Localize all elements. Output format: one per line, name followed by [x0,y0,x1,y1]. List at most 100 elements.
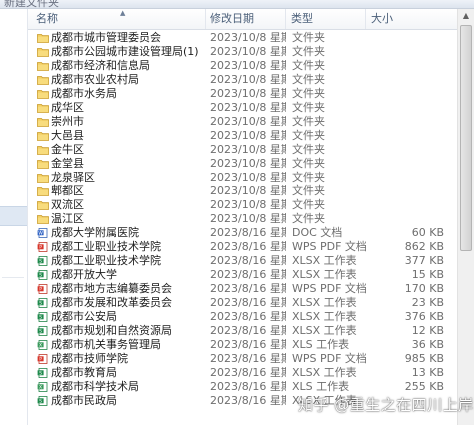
file-row[interactable]: 成都市经济和信息局 2023/10/8 星期... 文件夹 [28,59,457,73]
file-date: 2023/10/8 星期... [210,198,286,212]
svg-text:P: P [39,356,42,362]
file-name: 成都大学附属医院 [51,226,139,240]
file-row[interactable]: 成都市农业农村局 2023/10/8 星期... 文件夹 [28,73,457,87]
scrollbar-thumb[interactable] [460,25,472,251]
file-row[interactable]: 金堂县 2023/10/8 星期... 文件夹 [28,157,457,171]
file-name: 双流区 [51,198,84,212]
navigation-pane[interactable] [0,9,28,425]
svg-text:X: X [39,384,42,390]
navigation-selected-item[interactable] [0,206,27,226]
file-date: 2023/10/8 星期... [210,114,286,128]
file-date: 2023/8/16 星期... [210,296,286,310]
file-row[interactable]: 成都市水务局 2023/10/8 星期... 文件夹 [28,87,457,101]
file-size [366,73,444,87]
column-header-type[interactable]: 类型 [286,9,366,29]
file-row[interactable]: S 成都市教育局 2023/8/16 星期... XLSX 工作表 13 KB [28,366,457,380]
file-row[interactable]: 成都市城市管理委员会 2023/10/8 星期... 文件夹 [28,31,457,45]
file-size [366,198,444,212]
column-header: 名称 ▲ 修改日期 类型 大小 [28,9,457,30]
file-date: 2023/10/8 星期... [210,156,286,170]
file-date: 2023/8/16 星期... [210,310,286,323]
file-date: 2023/10/8 星期... [210,72,286,86]
file-size: 985 KB [404,351,444,365]
file-size: 13 KB [411,365,444,379]
file-name: 成都市发展和改革委员会 [51,296,172,310]
file-date: 2023/10/8 星期... [210,86,286,100]
file-row[interactable]: 成华区 2023/10/8 星期... 文件夹 [28,101,457,115]
file-row[interactable]: S 成都市公安局 2023/8/16 星期... XLSX 工作表 376 KB [28,310,457,324]
file-size [366,171,444,185]
file-type: WPS PDF 文档 [292,351,366,365]
file-row[interactable]: X 成都市科学技术局 2023/8/16 星期... XLS 工作表 255 KB [28,380,457,394]
file-date: 2023/10/8 星期... [210,142,286,156]
file-date: 2023/8/16 星期... [210,351,286,365]
file-row[interactable]: 郫都区 2023/10/8 星期... 文件夹 [28,184,457,198]
file-name: 成都市机关事务管理局 [51,337,161,351]
file-name: 成华区 [51,100,84,114]
file-row[interactable]: 温江区 2023/10/8 星期... 文件夹 [28,212,457,226]
file-size: 36 KB [411,337,444,351]
folder-icon [37,103,49,113]
file-row[interactable]: 双流区 2023/10/8 星期... 文件夹 [28,198,457,212]
file-row[interactable]: S 成都市规划和自然资源局 2023/8/16 星期... XLSX 工作表 12 KB [28,324,457,338]
file-name: 龙泉驿区 [51,170,95,184]
folder-icon [37,89,49,99]
file-row[interactable]: P 成都工业职业技术学院 2023/8/16 星期... WPS PDF 文档 862 … [28,240,457,254]
file-type: 文件夹 [292,86,325,100]
file-row[interactable]: S 成都市发展和改革委员会 2023/8/16 星期... XLSX 工作表 23 KB [28,296,457,310]
file-date: 2023/10/8 星期... [210,44,286,58]
folder-icon [37,117,49,127]
file-row[interactable]: 金牛区 2023/10/8 星期... 文件夹 [28,143,457,157]
file-size: 377 KB [404,254,444,268]
file-row[interactable]: 崇州市 2023/10/8 星期... 文件夹 [28,115,457,129]
file-size [366,143,444,157]
file-type: 文件夹 [292,44,325,58]
file-row[interactable]: X 成都市机关事务管理局 2023/8/16 星期... XLS 工作表 36 KB [28,338,457,352]
file-name: 成都市农业农村局 [51,72,139,86]
file-type: 文件夹 [292,156,325,170]
file-type: 文件夹 [292,128,325,142]
vertical-scrollbar[interactable]: ▲ [457,9,474,425]
xlsx-file-icon: S [37,270,49,281]
file-row[interactable]: S 成都工业职业技术学院 2023/8/16 星期... XLSX 工作表 377 KB [28,254,457,268]
file-size [366,31,444,45]
file-row[interactable]: 龙泉驿区 2023/10/8 星期... 文件夹 [28,171,457,185]
file-size: 376 KB [404,310,444,323]
file-row[interactable]: P 成都市地方志编纂委员会 2023/8/16 星期... WPS PDF 文档 170… [28,282,457,296]
svg-text:S: S [39,300,42,306]
file-size: 60 KB [411,226,444,240]
file-type: 文件夹 [292,170,325,184]
file-name: 成都市地方志编纂委员会 [51,282,172,296]
file-date: 2023/8/16 星期... [210,226,286,240]
file-name: 成都市技师学院 [51,351,128,365]
file-row[interactable]: P 成都市技师学院 2023/8/16 星期... WPS PDF 文档 985 KB [28,352,457,366]
file-row[interactable]: W 成都大学附属医院 2023/8/16 星期... DOC 文档 60 KB [28,226,457,240]
file-type: WPS PDF 文档 [292,240,366,254]
file-date: 2023/8/16 星期... [210,254,286,268]
xls-file-icon: X [37,381,49,392]
navigation-separator [2,277,24,278]
file-type: XLS 工作表 [292,337,350,351]
column-header-name[interactable]: 名称 ▲ [28,9,206,29]
file-name: 成都市经济和信息局 [51,58,150,72]
file-type: XLSX 工作表 [292,365,357,379]
file-row[interactable]: 成都市公园城市建设管理局(1) 2023/10/8 星期... 文件夹 [28,45,457,59]
file-date: 2023/8/16 星期... [210,379,286,393]
file-date: 2023/10/8 星期... [210,100,286,114]
file-type: XLSX 工作表 [292,268,357,282]
file-name: 成都市公园城市建设管理局(1) [51,44,199,58]
file-size [366,59,444,73]
file-date: 2023/8/16 星期... [210,282,286,296]
svg-text:S: S [39,314,42,320]
file-type: XLSX 工作表 [292,310,357,323]
column-header-size[interactable]: 大小 [366,9,457,29]
file-row[interactable]: 大邑县 2023/10/8 星期... 文件夹 [28,129,457,143]
file-name: 金堂县 [51,156,84,170]
folder-icon [37,61,49,71]
xlsx-file-icon: S [37,395,49,406]
file-row[interactable]: S 成都开放大学 2023/8/16 星期... XLSX 工作表 15 KB [28,268,457,282]
file-date: 2023/8/16 星期... [210,365,286,379]
scroll-up-arrow-icon[interactable]: ▲ [458,9,474,23]
svg-text:P: P [39,245,42,251]
column-header-date[interactable]: 修改日期 [206,9,286,29]
